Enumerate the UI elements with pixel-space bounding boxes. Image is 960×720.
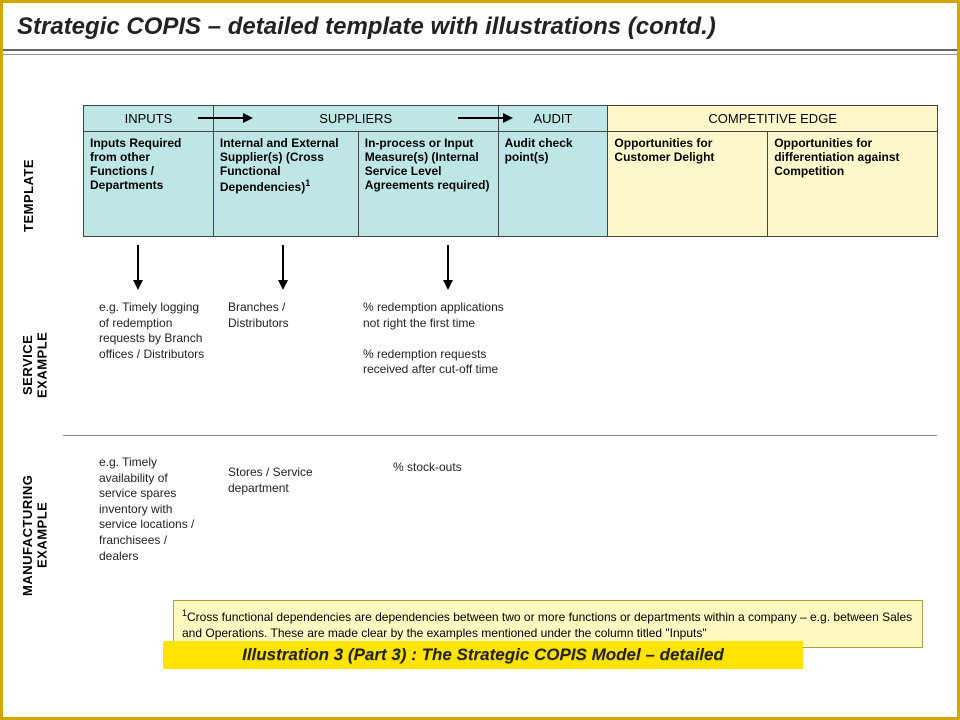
mfg-example-inputs: e.g. Timely availability of service spar… (99, 455, 209, 564)
down-arrow-1-icon (133, 245, 143, 290)
header-audit: AUDIT (498, 106, 608, 132)
arrow-suppliers-to-audit-icon (458, 113, 513, 123)
section-divider (63, 435, 937, 436)
service-example-measures: % redemption applications not right the … (363, 300, 513, 378)
section-label-manufacturing: MANUFACTURING EXAMPLE (21, 450, 50, 620)
footnote-marker: 1 (305, 178, 310, 188)
slide-body: TEMPLATE SERVICE EXAMPLE MANUFACTURING E… (3, 55, 957, 675)
slide-title: Strategic COPIS – detailed template with… (3, 3, 957, 49)
cell-audit: Audit check point(s) (498, 132, 608, 237)
service-example-suppliers: Branches / Distributors (228, 300, 338, 331)
mfg-example-suppliers: Stores / Service department (228, 465, 348, 496)
service-example-inputs: e.g. Timely logging of redemption reques… (99, 300, 209, 362)
divider-top-thick (3, 49, 957, 51)
header-inputs: INPUTS (84, 106, 214, 132)
section-label-template: TEMPLATE (21, 125, 36, 265)
cell-inputs: Inputs Required from other Functions / D… (84, 132, 214, 237)
cell-suppliers-b: In-process or Input Measure(s) (Internal… (358, 132, 498, 237)
header-suppliers: SUPPLIERS (213, 106, 498, 132)
down-arrow-3-icon (443, 245, 453, 290)
header-competitive-edge: COMPETITIVE EDGE (608, 106, 938, 132)
section-label-service: SERVICE EXAMPLE (21, 305, 50, 425)
mfg-example-measures: % stock-outs (393, 460, 513, 476)
illustration-caption: Illustration 3 (Part 3) : The Strategic … (163, 641, 803, 669)
cell-suppliers-a: Internal and External Supplier(s) (Cross… (213, 132, 358, 237)
arrow-inputs-to-suppliers-icon (198, 113, 253, 123)
cell-edge-a: Opportunities for Customer Delight (608, 132, 768, 237)
down-arrow-2-icon (278, 245, 288, 290)
cell-edge-b: Opportunities for differentiation agains… (768, 132, 938, 237)
copis-template-table: INPUTS SUPPLIERS AUDIT COMPETITIVE EDGE … (83, 105, 938, 237)
footnote-text: Cross functional dependencies are depend… (182, 610, 912, 640)
